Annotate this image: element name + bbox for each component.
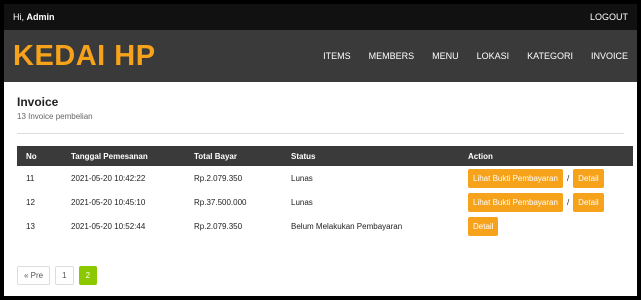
header-no: No — [26, 151, 37, 161]
cell-no: 12 — [26, 197, 35, 207]
cell-no: 11 — [26, 173, 35, 183]
cell-status: Lunas — [291, 173, 313, 183]
cell-status: Lunas — [291, 197, 313, 207]
page-subtitle: 13 Invoice pembelian — [17, 112, 93, 121]
detail-button[interactable]: Detail — [468, 216, 499, 236]
header: KEDAI HP ITEMS MEMBERS MENU LOKASI KATEG… — [4, 30, 637, 82]
cell-tanggal: 2021-05-20 10:45:10 — [71, 197, 146, 207]
username: Admin — [26, 12, 55, 22]
prev-page-button[interactable]: « Pre — [17, 266, 51, 285]
cell-tanggal: 2021-05-20 10:42:22 — [71, 173, 146, 183]
detail-button[interactable]: Detail — [573, 168, 604, 188]
table-row: 12 2021-05-20 10:45:10 Rp.37.500.000 Lun… — [17, 190, 633, 214]
action-separator: / — [566, 173, 570, 183]
header-status: Status — [291, 151, 316, 161]
table-row: 13 2021-05-20 10:52:44 Rp.2.079.350 Belu… — [17, 214, 633, 238]
nav-invoice[interactable]: INVOICE — [582, 30, 637, 82]
cell-no: 13 — [26, 221, 35, 231]
nav-kategori[interactable]: KATEGORI — [518, 30, 582, 82]
greeting: Hi, Admin — [13, 12, 55, 22]
cell-total: Rp.2.079.350 — [194, 173, 243, 183]
logout-link[interactable]: LOGOUT — [590, 12, 628, 22]
cell-action: Lihat Bukti Pembayaran / Detail — [459, 190, 633, 214]
header-total: Total Bayar — [194, 151, 237, 161]
main-nav: ITEMS MEMBERS MENU LOKASI KATEGORI INVOI… — [314, 30, 637, 82]
greeting-text: Hi, — [13, 12, 27, 22]
nav-items[interactable]: ITEMS — [314, 30, 360, 82]
brand-logo[interactable]: KEDAI HP — [13, 40, 156, 73]
nav-members[interactable]: MEMBERS — [360, 30, 424, 82]
cell-action: Detail — [459, 214, 633, 238]
cell-total: Rp.2.079.350 — [194, 221, 243, 231]
table-row: 11 2021-05-20 10:42:22 Rp.2.079.350 Luna… — [17, 166, 633, 190]
main-content: Invoice 13 Invoice pembelian No Tanggal … — [4, 82, 637, 285]
cell-tanggal: 2021-05-20 10:52:44 — [71, 221, 146, 231]
header-action: Action — [468, 151, 493, 161]
action-separator: / — [566, 197, 570, 207]
cell-total: Rp.37.500.000 — [194, 197, 247, 207]
cell-status: Belum Melakukan Pembayaran — [291, 221, 403, 231]
page-1-button[interactable]: 1 — [55, 266, 74, 285]
top-bar: Hi, Admin LOGOUT — [4, 4, 637, 30]
header-tanggal: Tanggal Pemesanan — [71, 151, 148, 161]
view-proof-button[interactable]: Lihat Bukti Pembayaran — [468, 192, 563, 212]
view-proof-button[interactable]: Lihat Bukti Pembayaran — [468, 168, 563, 188]
invoice-table: No Tanggal Pemesanan Total Bayar Status … — [17, 146, 633, 238]
app-frame: Hi, Admin LOGOUT KEDAI HP ITEMS MEMBERS … — [4, 4, 637, 296]
detail-button[interactable]: Detail — [573, 192, 604, 212]
nav-lokasi[interactable]: LOKASI — [468, 30, 519, 82]
page-title: Invoice — [17, 95, 59, 109]
table-header-row: No Tanggal Pemesanan Total Bayar Status … — [17, 146, 633, 166]
nav-menu[interactable]: MENU — [423, 30, 468, 82]
pagination: « Pre 1 2 — [17, 266, 624, 285]
cell-action: Lihat Bukti Pembayaran / Detail — [459, 166, 633, 190]
divider — [17, 133, 624, 134]
page-2-button[interactable]: 2 — [78, 266, 98, 285]
